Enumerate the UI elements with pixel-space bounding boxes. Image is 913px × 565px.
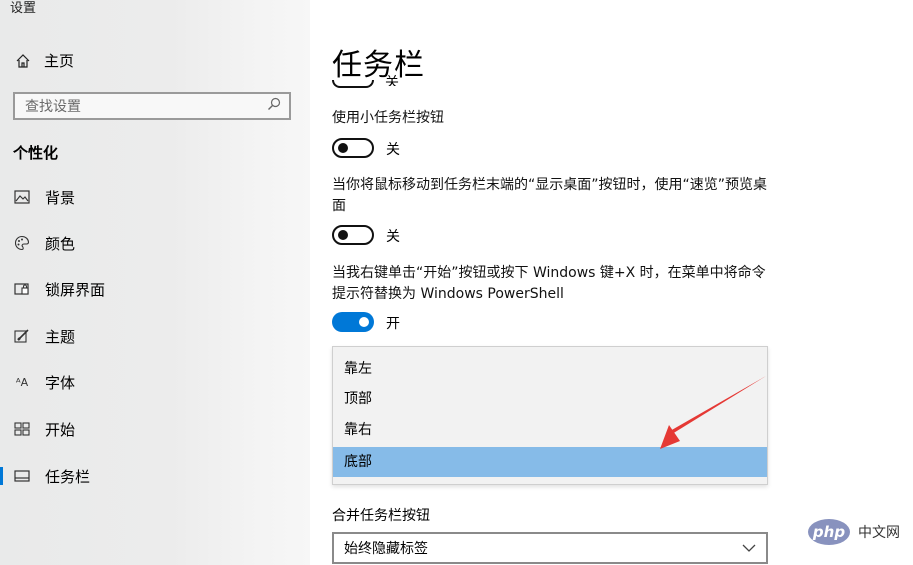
sidebar-item-background[interactable]: 背景 [0,181,300,213]
sidebar-item-themes[interactable]: 主题 [0,320,300,352]
small-buttons-toggle[interactable] [332,138,374,158]
image-icon [13,188,31,206]
sidebar-item-colors[interactable]: 颜色 [0,227,300,259]
partial-toggle-state: 关 [385,75,399,86]
search-placeholder: 查找设置 [25,99,81,115]
setting-peek-label: 当你将鼠标移动到任务栏末端的“显示桌面”按钮时，使用“速览”预览桌面 [332,177,768,214]
page-title: 任务栏 [332,48,425,83]
start-grid-icon [13,420,31,438]
sidebar: 设置 主页 查找设置 个性化 背景 颜色 锁屏界面 主题 ᴬA 字体 开始 任务… [0,0,310,565]
home-icon [14,52,32,70]
search-input[interactable]: 查找设置 [13,92,291,120]
toggle-knob [338,230,348,240]
sidebar-item-label: 锁屏界面 [45,280,106,299]
sidebar-item-label: 颜色 [45,234,76,253]
option-top[interactable]: 顶部 [333,384,767,414]
toggle-knob [359,317,369,327]
search-icon[interactable] [267,97,281,115]
theme-brush-icon [13,327,31,345]
toggle-knob [338,143,348,153]
peek-toggle-state: 关 [386,229,400,245]
sidebar-item-start[interactable]: 开始 [0,413,300,445]
powershell-toggle-state: 开 [386,316,400,332]
sidebar-item-label: 主题 [45,327,76,346]
home-label: 主页 [44,52,75,70]
app-title: 设置 [10,1,37,16]
active-indicator [0,467,3,485]
watermark-text: 中文网 [858,525,900,541]
section-title: 个性化 [13,144,59,162]
setting-powershell-label: 当我右键单击“开始”按钮或按下 Windows 键+X 时，在菜单中将命令提示符… [332,265,766,302]
taskbar-position-dropdown[interactable]: 靠左 顶部 靠右 底部 [332,346,768,485]
main-content: 任务栏 关 使用小任务栏按钮 关 当你将鼠标移动到任务栏末端的“显示桌面”按钮时… [310,0,913,565]
font-icon: ᴬA [15,375,29,389]
sidebar-item-lockscreen[interactable]: 锁屏界面 [0,273,300,305]
nav-home[interactable]: 主页 [14,50,74,71]
combine-buttons-label: 合并任务栏按钮 [332,508,430,524]
lock-screen-icon [13,280,31,298]
taskbar-icon [13,467,31,485]
sidebar-item-fonts[interactable]: ᴬA 字体 [0,366,300,398]
partial-toggle[interactable] [332,80,374,88]
combine-buttons-value: 始终隐藏标签 [344,541,428,557]
option-right[interactable]: 靠右 [333,415,767,445]
option-left[interactable]: 靠左 [333,354,767,384]
palette-icon [13,234,31,252]
chevron-down-icon [742,540,756,556]
setting-small-buttons-label: 使用小任务栏按钮 [332,110,444,126]
sidebar-item-label: 字体 [45,373,76,392]
watermark: php 中文网 [808,519,900,545]
sidebar-item-label: 背景 [45,188,76,207]
sidebar-item-label: 开始 [45,420,76,439]
small-buttons-toggle-state: 关 [386,142,400,158]
combine-buttons-select[interactable]: 始终隐藏标签 [332,532,768,564]
sidebar-item-taskbar[interactable]: 任务栏 [0,460,300,492]
php-logo: php [808,519,850,545]
option-bottom[interactable]: 底部 [333,447,767,477]
peek-toggle[interactable] [332,225,374,245]
sidebar-item-label: 任务栏 [45,467,91,486]
powershell-toggle[interactable] [332,312,374,332]
